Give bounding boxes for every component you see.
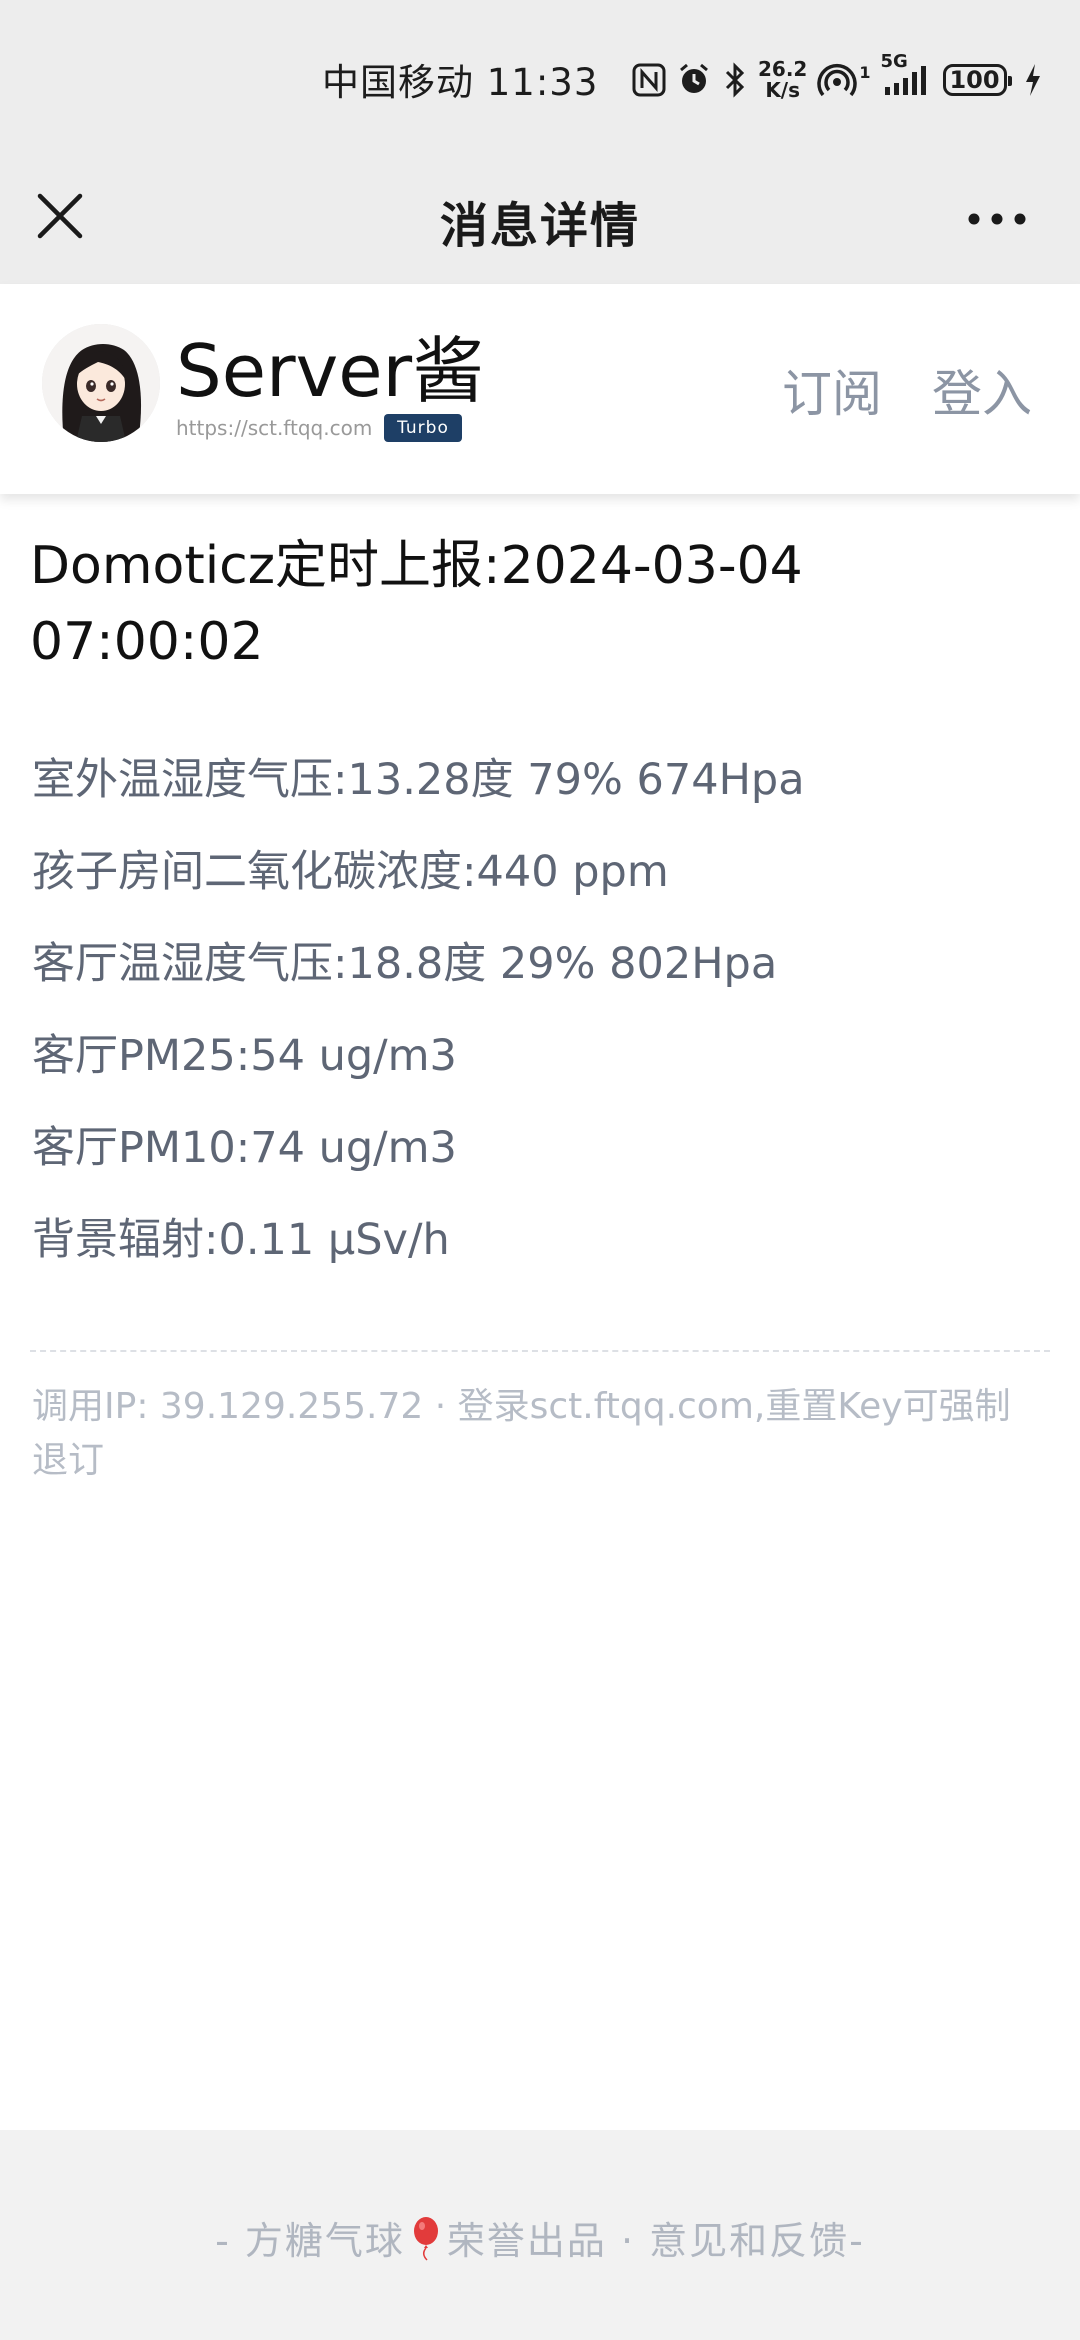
- message-line: 客厅温湿度气压:18.8度 29% 802Hpa: [32, 939, 778, 989]
- message-line: 室外温湿度气压:13.28度 79% 674Hpa: [32, 755, 805, 805]
- avatar: [42, 324, 160, 442]
- site-name: Server酱: [176, 329, 485, 413]
- site-header: Server酱 https://sct.ftqq.com Turbo 订阅 登入: [0, 284, 1080, 494]
- charging-icon: [1023, 62, 1043, 98]
- page-footer: - 方糖气球 荣誉出品 · 意见和反馈-: [0, 2130, 1080, 2340]
- footer-feedback-link[interactable]: 荣誉出品 · 意见和反馈-: [447, 2219, 865, 2263]
- bluetooth-icon: [722, 62, 748, 98]
- anime-girl-avatar-icon: [42, 324, 160, 442]
- message-line: 客厅PM10:74 ug/m3: [32, 1123, 457, 1173]
- turbo-badge: Turbo: [384, 414, 462, 442]
- hotspot-icon: [817, 62, 858, 98]
- message-line: 背景辐射:0.11 μSv/h: [32, 1215, 450, 1265]
- signal-5g-icon: 5G: [881, 51, 933, 97]
- status-bar: 中国移动 11:33 26.2 K/s 1 5G 100: [0, 0, 1080, 156]
- message-line: 孩子房间二氧化碳浓度:440 ppm: [32, 847, 669, 897]
- divider: [30, 1350, 1050, 1352]
- message-body: 室外温湿度气压:13.28度 79% 674Hpa 孩子房间二氧化碳浓度:440…: [32, 734, 1052, 1286]
- footer-credits: - 方糖气球 荣誉出品 · 意见和反馈-: [0, 2210, 1080, 2271]
- site-url[interactable]: https://sct.ftqq.com: [176, 416, 372, 440]
- login-link[interactable]: 登入: [932, 354, 1032, 426]
- network-type: 5G: [880, 51, 908, 72]
- subscribe-link[interactable]: 订阅: [782, 354, 882, 426]
- status-icons: 26.2 K/s 1 5G 100: [632, 51, 1052, 104]
- alarm-icon: [676, 62, 712, 98]
- page-title: 消息详情: [439, 198, 640, 254]
- message-title: Domoticz定时上报:2024-03-04 07:00:02: [30, 536, 803, 672]
- sim-index: 1: [859, 62, 871, 82]
- message-footnote: 调用IP: 39.129.255.72 · 登录sct.ftqq.com,重置K…: [32, 1386, 1011, 1481]
- battery-indicator: 100: [942, 64, 1012, 96]
- more-dots-icon: [968, 213, 1026, 225]
- network-speed: 26.2 K/s: [758, 57, 808, 102]
- nav-bar: 消息详情: [0, 156, 1080, 284]
- footer-brand-link[interactable]: - 方糖气球: [215, 2219, 405, 2263]
- message-line: 客厅PM25:54 ug/m3: [32, 1031, 457, 1081]
- carrier-time: 中国移动 11:33: [322, 61, 599, 104]
- nfc-icon: [632, 63, 666, 97]
- more-button[interactable]: [962, 194, 1032, 244]
- balloon-icon: [411, 2216, 441, 2271]
